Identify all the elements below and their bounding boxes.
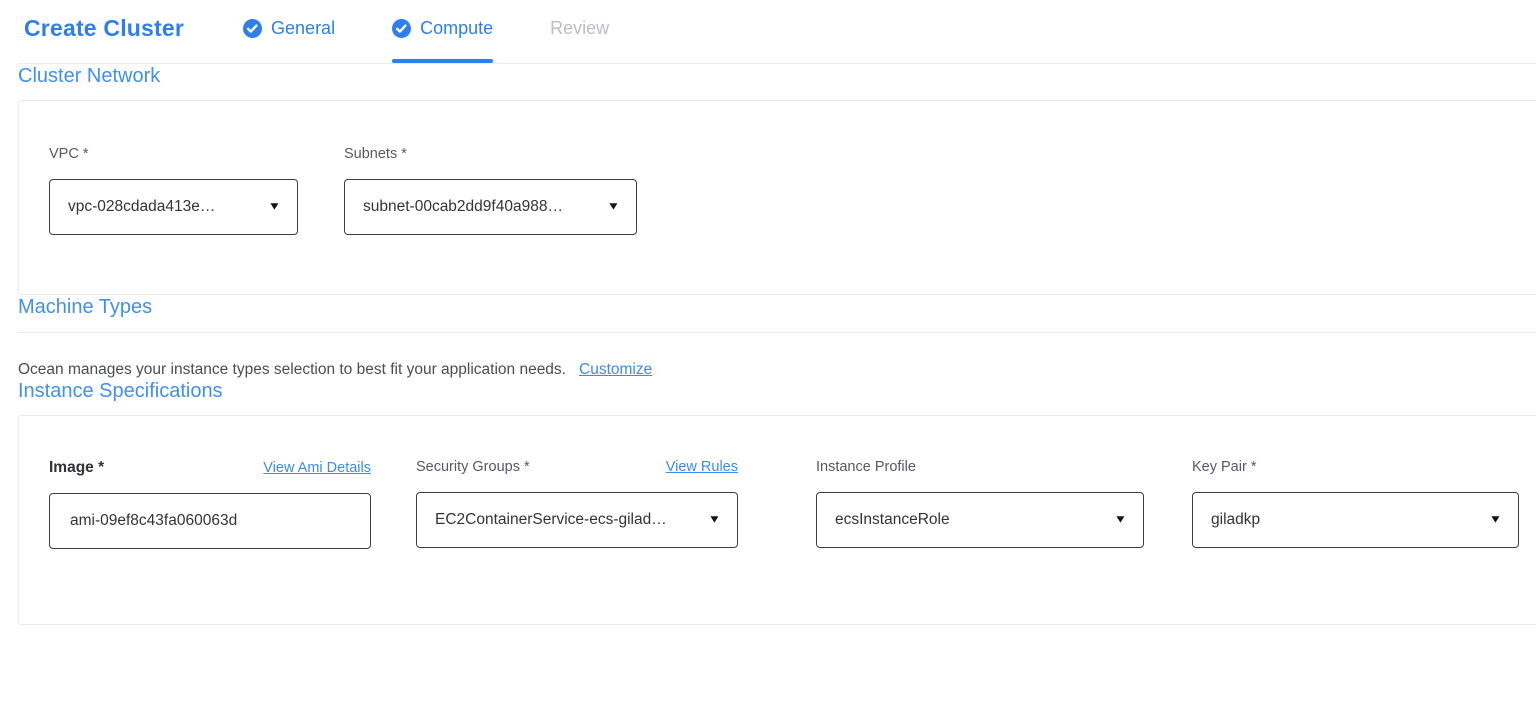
security-groups-select-value: EC2ContainerService-ecs-gilad… — [435, 511, 667, 529]
vpc-select-value: vpc-028cdada413e… — [68, 198, 215, 216]
tab-review: Review — [550, 15, 609, 42]
subnets-field: Subnets * subnet-00cab2dd9f40a988… ▼ — [344, 145, 637, 235]
instance-profile-select-value: ecsInstanceRole — [835, 511, 950, 529]
security-groups-label: Security Groups * — [416, 458, 530, 476]
tab-general[interactable]: General — [243, 15, 335, 42]
machine-types-description: Ocean manages your instance types select… — [18, 361, 566, 379]
instance-specifications-heading: Instance Specifications — [18, 379, 1536, 403]
security-groups-field: Security Groups * View Rules EC2Containe… — [416, 458, 738, 549]
subnets-label: Subnets * — [344, 145, 637, 163]
image-field: Image * View Ami Details — [49, 458, 371, 549]
view-ami-details-link[interactable]: View Ami Details — [263, 460, 371, 476]
chevron-down-icon: ▼ — [1114, 515, 1128, 526]
subnets-select[interactable]: subnet-00cab2dd9f40a988… ▼ — [344, 179, 637, 235]
view-rules-link[interactable]: View Rules — [666, 459, 738, 475]
instance-specifications-card: Image * View Ami Details Security Groups… — [18, 415, 1536, 625]
check-circle-icon — [243, 19, 262, 38]
tab-general-label: General — [271, 18, 335, 39]
key-pair-select[interactable]: giladkp ▼ — [1192, 492, 1519, 548]
customize-link[interactable]: Customize — [579, 361, 652, 379]
subnets-select-value: subnet-00cab2dd9f40a988… — [363, 198, 563, 216]
cluster-network-heading: Cluster Network — [18, 64, 1536, 88]
chevron-down-icon: ▼ — [1489, 515, 1503, 526]
tabs-divider — [18, 63, 1536, 64]
vpc-select[interactable]: vpc-028cdada413e… ▼ — [49, 179, 298, 235]
page-title: Create Cluster — [24, 15, 184, 42]
key-pair-label: Key Pair * — [1192, 458, 1256, 476]
security-groups-select[interactable]: EC2ContainerService-ecs-gilad… ▼ — [416, 492, 738, 548]
wizard-tabs: General Compute Review — [243, 15, 609, 42]
wizard-content: Cluster Network VPC * vpc-028cdada413e… … — [0, 64, 1536, 625]
cluster-network-card: VPC * vpc-028cdada413e… ▼ Subnets * subn… — [18, 100, 1536, 295]
vpc-label: VPC * — [49, 145, 298, 163]
tab-review-label: Review — [550, 18, 609, 39]
chevron-down-icon: ▼ — [607, 202, 621, 213]
tab-compute-label: Compute — [420, 18, 493, 39]
vpc-field: VPC * vpc-028cdada413e… ▼ — [49, 145, 298, 235]
chevron-down-icon: ▼ — [708, 515, 722, 526]
machine-types-divider — [18, 332, 1536, 333]
instance-profile-field: Instance Profile ecsInstanceRole ▼ — [816, 458, 1144, 549]
chevron-down-icon: ▼ — [268, 202, 282, 213]
tab-compute[interactable]: Compute — [392, 15, 493, 42]
instance-profile-select[interactable]: ecsInstanceRole ▼ — [816, 492, 1144, 548]
key-pair-field: Key Pair * giladkp ▼ — [1192, 458, 1519, 549]
image-label: Image * — [49, 458, 104, 477]
image-input[interactable] — [49, 493, 371, 549]
machine-types-heading: Machine Types — [18, 295, 1536, 319]
wizard-header: Create Cluster General — [0, 0, 1536, 64]
key-pair-select-value: giladkp — [1211, 511, 1260, 529]
instance-profile-label: Instance Profile — [816, 458, 916, 476]
check-circle-icon — [392, 19, 411, 38]
